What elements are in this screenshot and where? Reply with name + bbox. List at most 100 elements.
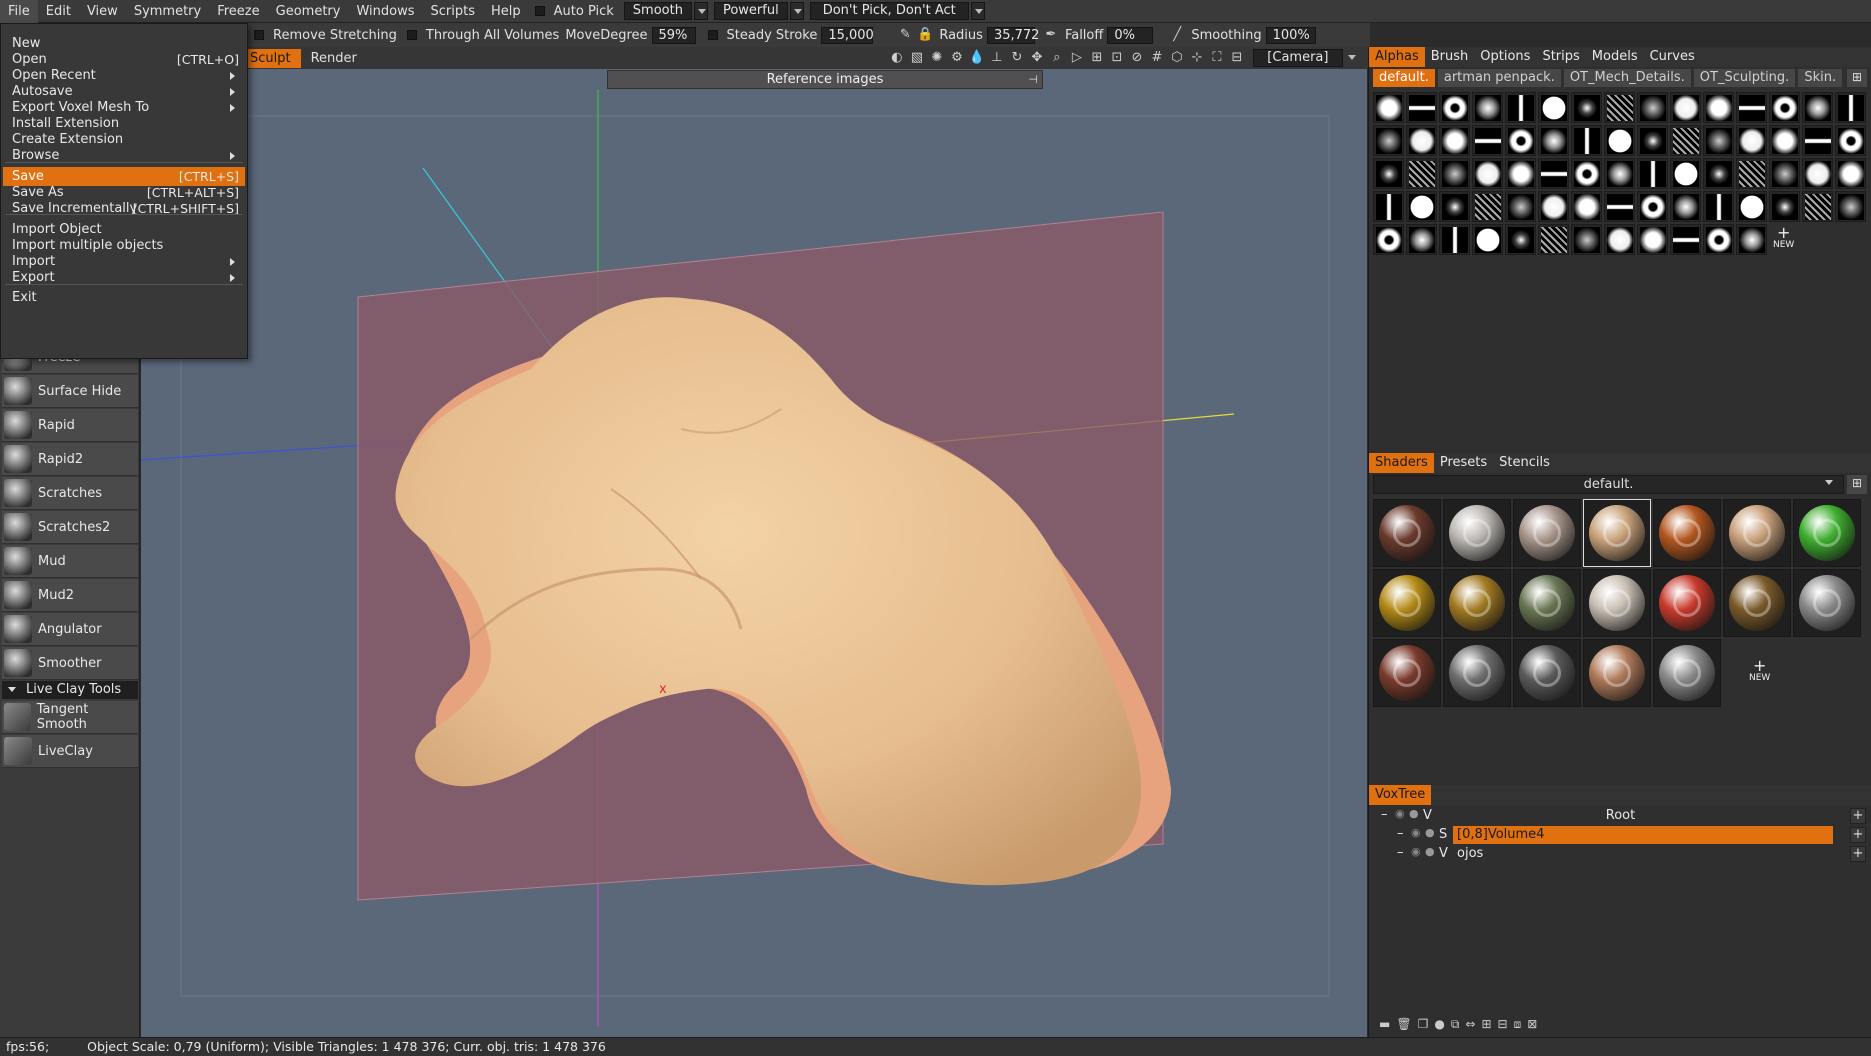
tab-shaders[interactable]: Shaders [1369, 453, 1434, 473]
duplicate-icon[interactable]: ⧉ [1451, 1017, 1460, 1032]
menu-geometry[interactable]: Geometry [268, 0, 349, 23]
alpha-tile[interactable] [1538, 224, 1569, 255]
alpha-tile[interactable] [1736, 191, 1767, 222]
visibility-eye-icon[interactable]: ◉ [1411, 845, 1421, 858]
power-mode-select[interactable]: Powerful [713, 2, 788, 20]
perspective-icon[interactable]: ▷ [1069, 50, 1085, 66]
tab-sculpt[interactable]: Sculpt [246, 48, 301, 68]
tool-smoother[interactable]: Smoother [2, 647, 138, 680]
alpha-tile[interactable] [1472, 158, 1503, 189]
shader-tile[interactable] [1723, 569, 1791, 637]
alpha-tile[interactable] [1802, 92, 1833, 123]
power-mode-dropdown-icon[interactable] [789, 2, 804, 20]
file-menu-exit[interactable]: Exit [3, 288, 245, 307]
collapse-icon[interactable]: – [1397, 826, 1404, 841]
brush-icon[interactable]: ✎ [897, 27, 913, 43]
fit-icon[interactable]: ⛶ [1209, 50, 1225, 66]
alpha-tile[interactable] [1604, 92, 1635, 123]
shader-set-dropdown-icon[interactable] [1825, 480, 1833, 489]
alpha-tile[interactable] [1835, 125, 1866, 156]
ghost-dot-icon[interactable]: ● [1425, 845, 1435, 858]
alpha-tile[interactable] [1505, 224, 1536, 255]
alpha-set-tab[interactable]: default. [1373, 69, 1435, 87]
close-icon[interactable]: ⊠ [1527, 1017, 1537, 1032]
smooth-mode-dropdown-icon[interactable] [693, 2, 708, 20]
alpha-tile[interactable] [1670, 191, 1701, 222]
tool-angulator[interactable]: Angulator [2, 613, 138, 646]
alpha-tile[interactable] [1571, 92, 1602, 123]
shader-tile[interactable] [1793, 499, 1861, 567]
alpha-tile[interactable] [1703, 125, 1734, 156]
merge-icon[interactable]: ⊞ [1481, 1017, 1491, 1032]
tab-strips[interactable]: Strips [1536, 47, 1585, 67]
tool-rapid2[interactable]: Rapid2 [2, 443, 138, 476]
add-layer-button[interactable]: + [1850, 827, 1866, 843]
alpha-tile[interactable] [1670, 92, 1701, 123]
alpha-tile[interactable] [1703, 92, 1734, 123]
alpha-tile[interactable] [1505, 125, 1536, 156]
alpha-tile[interactable] [1406, 92, 1437, 123]
smoothing-icon[interactable]: ╱ [1169, 27, 1185, 43]
alpha-tile[interactable] [1373, 158, 1404, 189]
trash-icon[interactable]: 🗑 [1396, 1017, 1411, 1032]
sphere-icon[interactable]: ● [1434, 1017, 1444, 1032]
tool-mud2[interactable]: Mud2 [2, 579, 138, 612]
shader-tile[interactable] [1723, 499, 1791, 567]
shader-tile[interactable] [1373, 639, 1441, 707]
shader-tile[interactable] [1513, 499, 1581, 567]
tab-presets[interactable]: Presets [1434, 453, 1493, 473]
tool-rapid[interactable]: Rapid [2, 409, 138, 442]
alpha-tile[interactable] [1571, 224, 1602, 255]
alpha-tile[interactable] [1373, 191, 1404, 222]
alpha-tile[interactable] [1670, 125, 1701, 156]
3d-viewport[interactable]: x Reference images ⊣ [141, 69, 1367, 1037]
pen-icon[interactable]: ⊡ [1109, 50, 1125, 66]
smooth-mode-select[interactable]: Smooth [623, 2, 692, 20]
falloff-field[interactable]: 0% [1107, 26, 1154, 44]
alpha-set-tab[interactable]: OT_Sculpting. [1693, 69, 1796, 87]
light-icon[interactable]: ✺ [929, 50, 945, 66]
alpha-tile[interactable] [1571, 158, 1602, 189]
tab-voxtree[interactable]: VoxTree [1369, 785, 1432, 805]
add-layer-button[interactable]: + [1850, 808, 1866, 824]
tab-options[interactable]: Options [1474, 47, 1536, 67]
tab-stencils[interactable]: Stencils [1493, 453, 1556, 473]
shader-tile[interactable] [1513, 569, 1581, 637]
cube-icon[interactable]: ⬡ [1169, 50, 1185, 66]
menu-freeze[interactable]: Freeze [209, 0, 267, 23]
alpha-tile[interactable] [1637, 191, 1668, 222]
file-menu-save-incrementally[interactable]: Save Incrementally [CTRL+SHIFT+S] [3, 199, 245, 218]
alpha-tile[interactable] [1571, 191, 1602, 222]
shader-tile[interactable] [1373, 569, 1441, 637]
drop-icon[interactable]: 💧 [969, 50, 985, 66]
tool-tangent-smooth[interactable]: Tangent Smooth [2, 701, 138, 734]
alpha-tile[interactable] [1604, 125, 1635, 156]
move-icon[interactable]: ✥ [1029, 50, 1045, 66]
rotate-icon[interactable]: ↻ [1009, 50, 1025, 66]
folder-icon[interactable]: ▬ [1379, 1017, 1390, 1032]
collapse-icon[interactable]: – [1397, 845, 1404, 860]
alpha-tile[interactable] [1703, 224, 1734, 255]
alpha-tile[interactable] [1736, 224, 1767, 255]
alpha-tile[interactable] [1505, 158, 1536, 189]
grid-icon[interactable]: # [1149, 50, 1165, 66]
shader-tile[interactable] [1443, 499, 1511, 567]
alpha-tile[interactable] [1637, 224, 1668, 255]
add-layer-button[interactable]: + [1850, 846, 1866, 862]
tool-scratches2[interactable]: Scratches2 [2, 511, 138, 544]
camera-dropdown-icon[interactable] [1344, 49, 1359, 67]
shader-tile[interactable] [1583, 499, 1651, 567]
alpha-tile[interactable] [1736, 158, 1767, 189]
alpha-tile[interactable] [1835, 92, 1866, 123]
shading-icon[interactable]: ◐ [889, 50, 905, 66]
alpha-tile[interactable] [1439, 224, 1470, 255]
split-icon[interactable]: ⊟ [1498, 1017, 1508, 1032]
snapshot-icon[interactable]: ⊟ [1229, 50, 1245, 66]
smoothing-field[interactable]: 100% [1265, 26, 1316, 44]
alpha-new-button[interactable]: + NEW [1773, 225, 1794, 251]
alpha-tile[interactable] [1406, 224, 1437, 255]
alpha-tile[interactable] [1670, 158, 1701, 189]
shader-tile[interactable] [1653, 639, 1721, 707]
shader-tile[interactable] [1373, 499, 1441, 567]
alpha-tile[interactable] [1703, 158, 1734, 189]
